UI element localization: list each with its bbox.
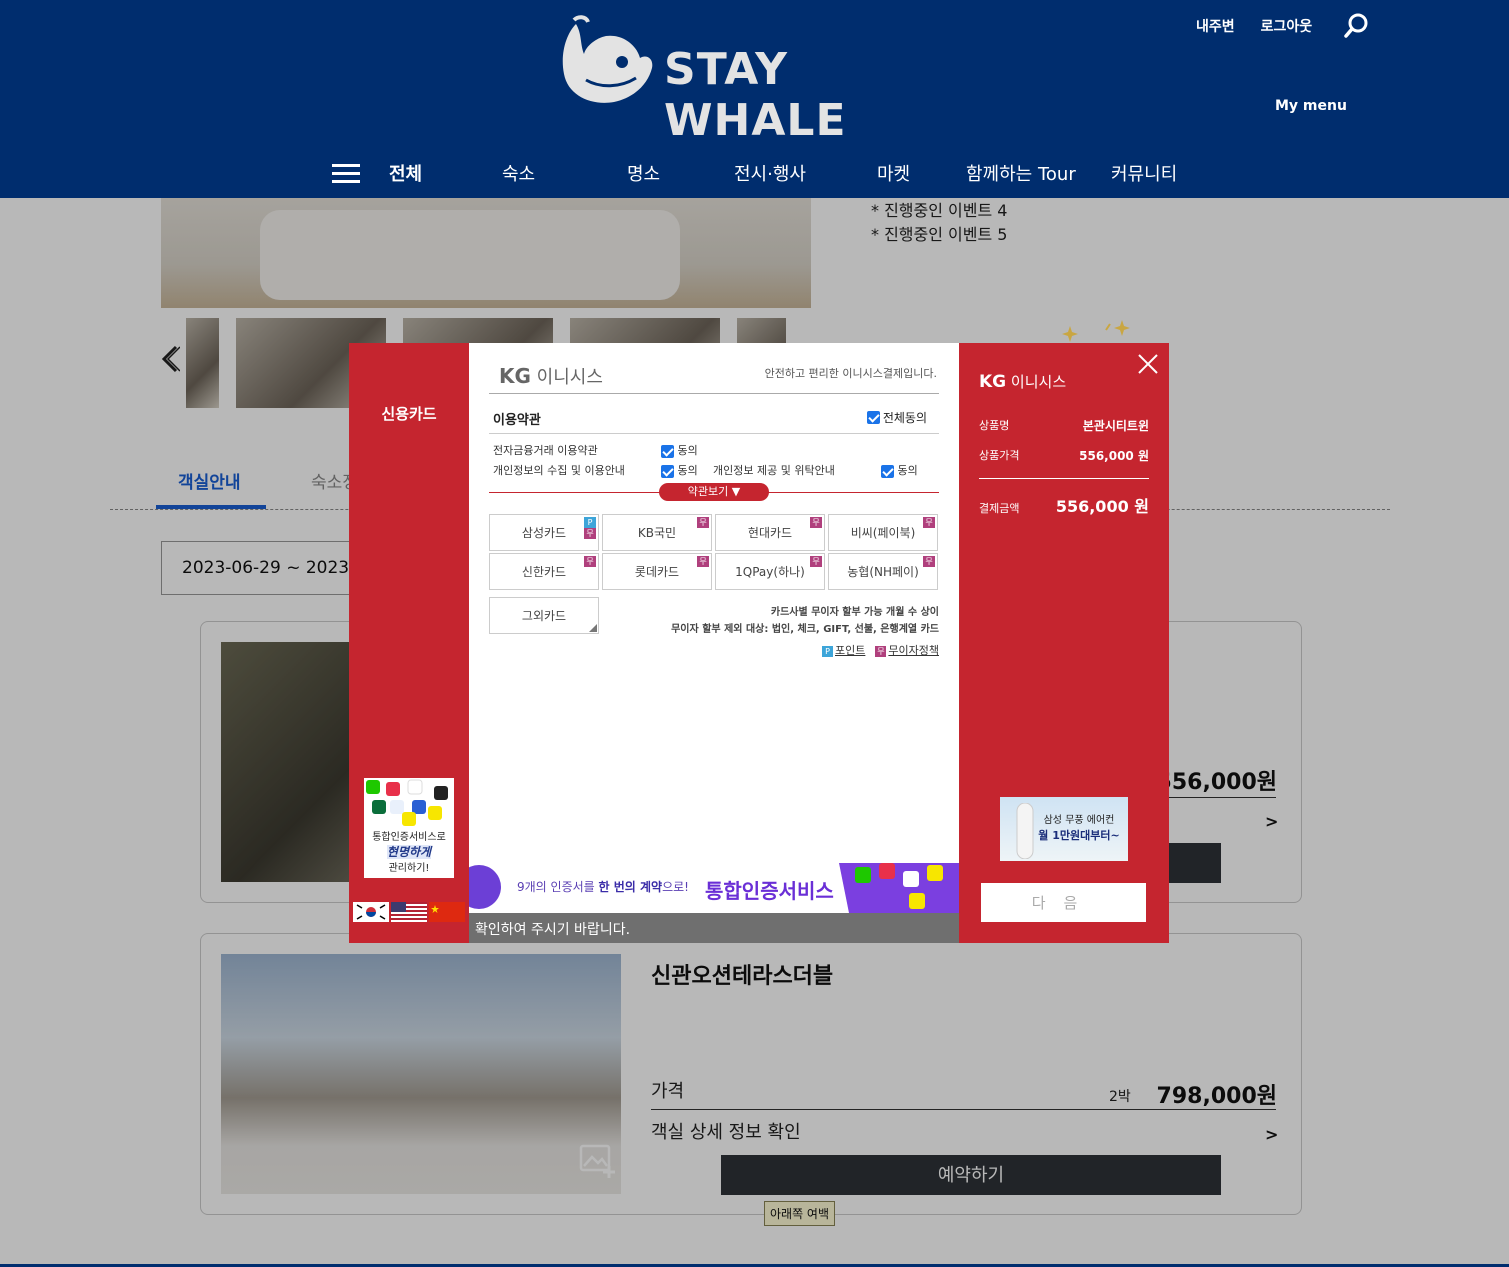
card-hyundai[interactable]: 현대카드 무 (715, 514, 825, 551)
divider (489, 393, 939, 394)
kg-inicis-logo: KG 이니시스 (979, 372, 1067, 392)
card-kb[interactable]: KB국민 무 (602, 514, 712, 551)
auth-service-ad[interactable]: 통합인증서비스로 현명하게 관리하기! (364, 778, 454, 878)
method-credit-card[interactable]: 신용카드 (349, 403, 469, 424)
auth-service-banner[interactable]: 9개의 인증서를 한 번의 계약으로! 통합인증서비스 (469, 863, 959, 913)
point-link[interactable]: P 포인트 (822, 642, 865, 658)
notice-strip: 확인하여 주시기 바랍니다. (469, 913, 959, 943)
checkbox-checked-icon[interactable] (661, 444, 674, 458)
hamburger-icon[interactable] (332, 164, 360, 184)
nav-exhibitions[interactable]: 전시·행사 (734, 160, 806, 186)
term-label: 개인정보 제공 및 위탁안내 (713, 464, 835, 477)
checkbox-checked-icon[interactable] (661, 464, 674, 478)
order-summary-panel: KG 이니시스 상품명 본관시티트윈 상품가격 556,000 원 결제금액 556,… (959, 343, 1169, 943)
card-bc[interactable]: 비씨(페이북) 무 (828, 514, 938, 551)
nav-stay[interactable]: 숙소 (502, 160, 535, 186)
nav-tour[interactable]: 함께하는 Tour (966, 160, 1076, 186)
aircon-ad[interactable]: 삼성 무풍 에어컨 월 1만원대부터~ (1000, 797, 1128, 861)
nav-attractions[interactable]: 명소 (627, 160, 660, 186)
main-nav: 전체 숙소 명소 전시·행사 마켓 함께하는 Tour 커뮤니티 (0, 160, 1509, 190)
banner-text: 9개의 인증서를 한 번의 계약으로! (517, 880, 689, 894)
interest-free-policy-link[interactable]: 무 무이자정책 (875, 642, 939, 658)
checkbox-checked-icon[interactable] (881, 464, 894, 478)
tagline: 안전하고 편리한 이니시스결제입니다. (764, 367, 937, 380)
whale-icon (562, 15, 653, 103)
nav-community[interactable]: 커뮤니티 (1111, 160, 1177, 186)
stay-whale-logo[interactable]: STAY WHALE (556, 14, 966, 146)
installment-note: 카드사별 무이자 할부 가능 개월 수 상이 (770, 607, 939, 618)
nearby-link[interactable]: 내주변 (1196, 16, 1235, 36)
banner-title: 통합인증서비스 (705, 879, 834, 903)
china-flag-icon[interactable] (429, 902, 465, 922)
app-icons-graphic (366, 779, 448, 826)
payment-method-sidebar: 신용카드 통합인증서비스로 현명하게 관리하기! (349, 343, 469, 943)
site-header: STAY WHALE 내주변 로그아웃 My menu 전체 숙소 명소 전시·… (0, 0, 1509, 198)
term3-agree-checkbox[interactable]: 동의 (881, 462, 918, 478)
checkbox-checked-icon[interactable] (866, 411, 880, 424)
dropdown-corner-icon (589, 624, 597, 632)
divider (979, 478, 1149, 479)
agree-all-checkbox[interactable]: 전체동의 (866, 409, 927, 426)
card-lotte[interactable]: 롯데카드 무 (602, 553, 712, 590)
card-hana[interactable]: 1QPay(하나) 무 (715, 553, 825, 590)
close-icon[interactable] (1137, 353, 1159, 375)
my-menu-link[interactable]: My menu (1275, 98, 1347, 114)
top-links: 내주변 로그아웃 (1196, 16, 1312, 36)
auth-ad-text: 통합인증서비스로 현명하게 관리하기! (372, 832, 446, 874)
language-flags (353, 902, 465, 922)
card-samsung[interactable]: 삼성카드 P 무 (489, 514, 599, 551)
logout-link[interactable]: 로그아웃 (1261, 16, 1313, 36)
card-other[interactable]: 그외카드 (489, 597, 599, 634)
product-name-row: 상품명 본관시티트윈 (979, 419, 1149, 433)
nav-all[interactable]: 전체 (389, 160, 422, 186)
term-label: 전자금융거래 이용약관 (493, 444, 598, 457)
term1-agree-checkbox[interactable]: 동의 (661, 442, 698, 458)
card-nh[interactable]: 농협(NH페이) 무 (828, 553, 938, 590)
next-button[interactable]: 다음 (981, 883, 1146, 922)
inicis-payment-modal: 신용카드 통합인증서비스로 현명하게 관리하기! KG 이니시스 안전하고 편리… (349, 343, 1169, 943)
policy-links: P 포인트 무 무이자정책 (822, 642, 939, 658)
installment-exclusion-note: 무이자 할부 제외 대상: 법인, 체크, GIFT, 선불, 은행계열 카드 (671, 624, 939, 635)
payment-main-panel: KG 이니시스 안전하고 편리한 이니시스결제입니다. 이용약관 전체동의 전자… (469, 343, 959, 943)
search-icon[interactable] (1343, 12, 1371, 40)
nav-market[interactable]: 마켓 (877, 160, 910, 186)
korea-flag-icon[interactable] (353, 902, 389, 922)
divider (489, 433, 939, 434)
kg-inicis-logo: KG 이니시스 (499, 364, 603, 388)
terms-title: 이용약관 (493, 413, 541, 428)
total-amount-row: 결제금액 556,000 원 (979, 497, 1149, 516)
product-price-row: 상품가격 556,000 원 (979, 449, 1149, 463)
card-shinhan[interactable]: 신한카드 무 (489, 553, 599, 590)
term-label: 개인정보의 수집 및 이용안내 (493, 464, 625, 477)
logo-text: STAY WHALE (664, 44, 847, 146)
term2-agree-checkbox[interactable]: 동의 (661, 462, 698, 478)
usa-flag-icon[interactable] (391, 902, 427, 922)
view-terms-button[interactable]: 약관보기 ▼ (659, 483, 769, 501)
